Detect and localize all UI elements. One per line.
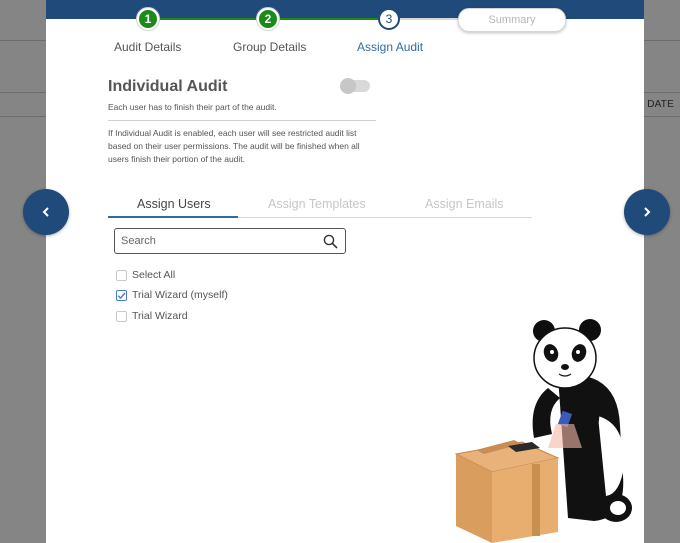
check-icon — [117, 292, 126, 299]
step-2-label[interactable]: Group Details — [233, 40, 306, 54]
previous-step-button[interactable] — [23, 189, 69, 235]
user-row[interactable]: Trial Wizard (myself) — [116, 288, 228, 302]
chevron-left-icon — [42, 207, 49, 217]
user-label: Trial Wizard (myself) — [132, 289, 228, 301]
step-2-circle[interactable]: 2 — [257, 8, 279, 30]
step-1-number: 1 — [144, 12, 152, 26]
tab-active-indicator — [108, 216, 238, 218]
step-2-number: 2 — [264, 12, 272, 26]
select-all-label: Select All — [132, 269, 176, 281]
user-checkbox-checked[interactable] — [116, 289, 127, 301]
step-1-label[interactable]: Audit Details — [114, 40, 181, 54]
select-all-row[interactable]: Select All — [116, 268, 175, 282]
search-input[interactable] — [121, 233, 311, 249]
individual-audit-toggle[interactable] — [340, 78, 370, 94]
tab-assign-users[interactable]: Assign Users — [137, 197, 211, 211]
toggle-knob — [340, 78, 356, 94]
step-3-circle[interactable]: 3 — [378, 8, 400, 30]
individual-audit-title: Individual Audit — [108, 78, 228, 95]
individual-audit-subtitle: Each user has to finish their part of th… — [108, 102, 277, 112]
step-1-circle[interactable]: 1 — [137, 8, 159, 30]
step-summary[interactable]: Summary — [458, 8, 566, 32]
audit-wizard-modal: 1 2 3 Summary Audit Details Group Detail… — [46, 0, 644, 543]
chevron-right-icon — [644, 207, 651, 217]
tab-assign-templates[interactable]: Assign Templates — [268, 197, 366, 211]
panda-box-illustration — [454, 319, 632, 543]
next-step-button[interactable] — [624, 189, 670, 235]
section-divider — [108, 120, 376, 121]
user-checkbox[interactable] — [116, 310, 127, 322]
step-3-number: 3 — [385, 12, 393, 26]
stepper-track-pending — [388, 18, 468, 20]
user-label: Trial Wizard — [132, 310, 188, 322]
user-search-box[interactable] — [114, 228, 346, 254]
step-3-label[interactable]: Assign Audit — [357, 40, 423, 54]
search-icon[interactable] — [323, 234, 338, 249]
step-summary-label: Summary — [488, 14, 536, 26]
select-all-checkbox[interactable] — [116, 269, 127, 281]
user-row[interactable]: Trial Wizard — [116, 309, 188, 323]
individual-audit-note: If Individual Audit is enabled, each use… — [108, 128, 360, 164]
tab-assign-emails[interactable]: Assign Emails — [425, 197, 504, 211]
